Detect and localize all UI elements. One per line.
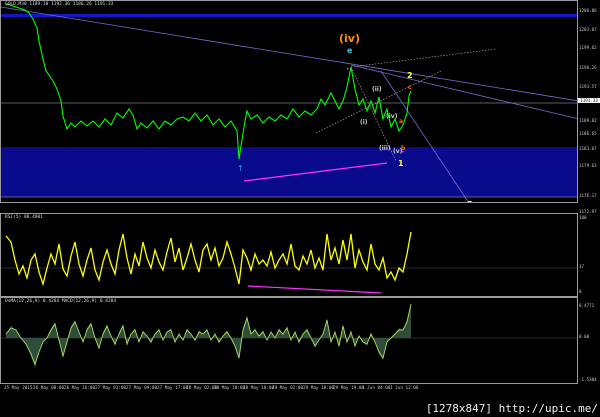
descending-trendline-1 <box>1 6 577 102</box>
price-tick: 1183.07 <box>579 146 597 151</box>
wave-label-1: 1 <box>398 159 404 168</box>
time-label: 26 May 08:00 <box>33 386 65 391</box>
price-tick: 1203.07 <box>579 27 597 32</box>
wave-label-e: e <box>347 46 353 55</box>
price-tick: 1206.86 <box>579 8 597 13</box>
rsi-axis: 100 37 0 <box>578 213 600 297</box>
dotted-channel-upper <box>350 48 497 68</box>
osma-tick: 0.4771 <box>579 303 595 308</box>
price-tick: 1186.65 <box>579 131 597 136</box>
price-tick: 1179.63 <box>579 163 597 168</box>
time-label: 27 May 17:00 <box>157 386 189 391</box>
osma-panel[interactable]: OsMA(12,26,9) 0.4284 MACD(12,26,9) 0.428… <box>0 297 578 384</box>
price-tick: 1176.17 <box>579 193 597 198</box>
time-label: 29 May 10:00 <box>303 386 335 391</box>
rsi-title: RSI(5) 88.4901 <box>5 215 43 220</box>
wave-label-iii: (iii) <box>379 145 391 152</box>
price-chart-svg: ↑ • • <box>1 3 577 202</box>
wave-label-a: a <box>399 118 404 125</box>
osma-tick: 0.00 <box>579 334 590 339</box>
rsi-divergence-line <box>247 285 382 294</box>
wave-label-b: b <box>401 145 406 152</box>
wave-label-iv-small: (iv) <box>386 113 398 120</box>
price-chart-title: GOLD,M30 1189.10 1192.36 1186.26 1191.33 <box>5 2 114 7</box>
rsi-panel[interactable]: RSI(5) 88.4901 <box>0 213 578 297</box>
time-label: 26 May 16:00 <box>64 386 96 391</box>
time-label: 29 May 02:00 <box>272 386 304 391</box>
osma-tick: -1.5304 <box>579 377 597 382</box>
dotted-channel-lower <box>315 70 442 134</box>
down-arrow-icon: • <box>346 66 350 73</box>
rsi-series <box>5 231 412 287</box>
resistance-band <box>1 14 577 17</box>
price-tick: 1193.57 <box>579 84 597 89</box>
time-label: 1 Jun 04:00 <box>362 386 391 391</box>
support-zone-band <box>1 147 577 197</box>
wave-label-ii: (ii) <box>372 86 382 93</box>
descending-trendline-2 <box>350 64 577 119</box>
time-axis: 25 May 2015 26 May 08:00 26 May 16:00 27… <box>0 385 578 395</box>
time-label: 1 Jun 12:00 <box>390 386 419 391</box>
time-label: 28 May 02:00 <box>186 386 218 391</box>
time-label: 27 May 09:00 <box>126 386 158 391</box>
time-label: 29 May 19:00 <box>333 386 365 391</box>
wave-label-iv: (iv) <box>339 32 360 45</box>
price-tick: 1189.82 <box>579 118 597 123</box>
rsi-tick: 37 <box>579 264 585 269</box>
image-source-footer: [1278x847] http://upic.me/ <box>425 402 598 415</box>
osma-title: OsMA(12,26,9) 0.4284 MACD(12,26,9) 0.428… <box>5 299 117 304</box>
wave-label-i: (i) <box>360 119 368 126</box>
wave-label-c: c <box>408 84 412 91</box>
time-label: 25 May 2015 <box>4 386 33 391</box>
wave-label-2: 2 <box>407 71 413 80</box>
current-price-tag: 1191.33 <box>578 98 600 103</box>
time-label: 28 May 10:00 <box>214 386 246 391</box>
osma-svg <box>1 302 577 368</box>
time-label: 28 May 18:00 <box>243 386 275 391</box>
up-arrow-icon: ↑ <box>237 164 244 173</box>
price-tick: 1196.26 <box>579 65 597 70</box>
wave-label-5: 5 <box>467 200 473 202</box>
rsi-svg <box>1 231 577 294</box>
time-label: 27 May 01:00 <box>95 386 127 391</box>
rsi-tick: 100 <box>579 215 587 220</box>
price-series <box>5 3 412 160</box>
price-tick: 1199.62 <box>579 45 597 50</box>
price-chart-panel[interactable]: ↑ • • GOLD,M30 1189.10 1192.36 1186.26 1… <box>0 0 578 203</box>
rsi-tick: 0 <box>579 289 582 294</box>
osma-axis: 0.4771 0.00 -1.5304 <box>578 297 600 384</box>
osma-signal-line <box>5 303 412 366</box>
